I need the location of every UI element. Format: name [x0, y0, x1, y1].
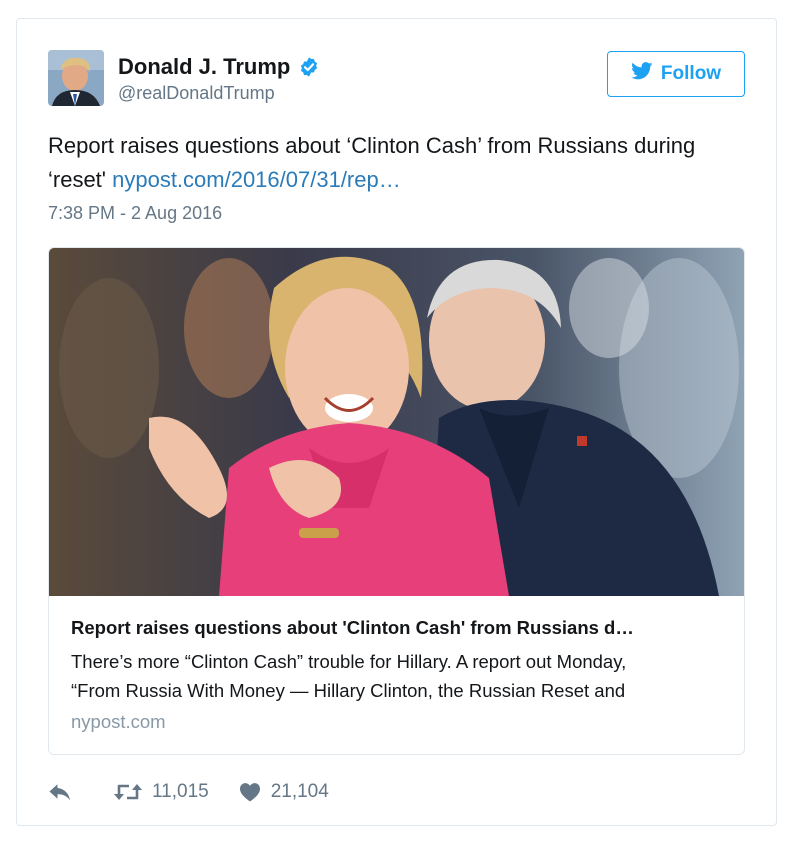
card-description: There’s more “Clinton Cash” trouble for … — [71, 647, 724, 705]
tweet-link[interactable]: nypost.com/2016/07/31/rep… — [112, 167, 401, 192]
display-name[interactable]: Donald J. Trump — [118, 54, 320, 80]
tweet-actions: 11,015 21,104 — [48, 777, 329, 807]
retweet-icon — [114, 782, 142, 802]
follow-button[interactable]: Follow — [607, 51, 745, 97]
user-names: Donald J. Trump @realDonaldTrump — [118, 54, 320, 106]
verified-badge-icon — [298, 56, 320, 78]
link-preview-card[interactable]: Report raises questions about 'Clinton C… — [48, 247, 745, 755]
like-button[interactable]: 21,104 — [239, 781, 329, 803]
tweet-header: Donald J. Trump @realDonaldTrump Follow — [48, 50, 745, 110]
user-handle[interactable]: @realDonaldTrump — [118, 80, 320, 106]
card-domain[interactable]: nypost.com — [71, 711, 724, 733]
retweet-button[interactable]: 11,015 — [114, 781, 209, 803]
card-description-line: There’s more “Clinton Cash” trouble for … — [71, 651, 627, 672]
card-title[interactable]: Report raises questions about 'Clinton C… — [71, 616, 724, 640]
like-count: 21,104 — [270, 781, 329, 802]
twitter-bird-icon — [631, 62, 653, 86]
tweet-text: Report raises questions about ‘Clinton C… — [48, 133, 696, 192]
retweet-count: 11,015 — [152, 781, 209, 802]
card-body: Report raises questions about 'Clinton C… — [71, 616, 724, 733]
avatar[interactable] — [48, 50, 104, 106]
heart-icon — [239, 782, 261, 802]
reply-button[interactable] — [48, 782, 72, 802]
tweet-card: Donald J. Trump @realDonaldTrump Follow … — [16, 18, 777, 826]
tweet-timestamp[interactable]: 7:38 PM - 2 Aug 2016 — [48, 203, 222, 224]
card-description-line: “From Russia With Money — Hillary Clinto… — [71, 680, 626, 701]
card-photo[interactable] — [49, 248, 744, 596]
reply-icon — [48, 782, 72, 802]
